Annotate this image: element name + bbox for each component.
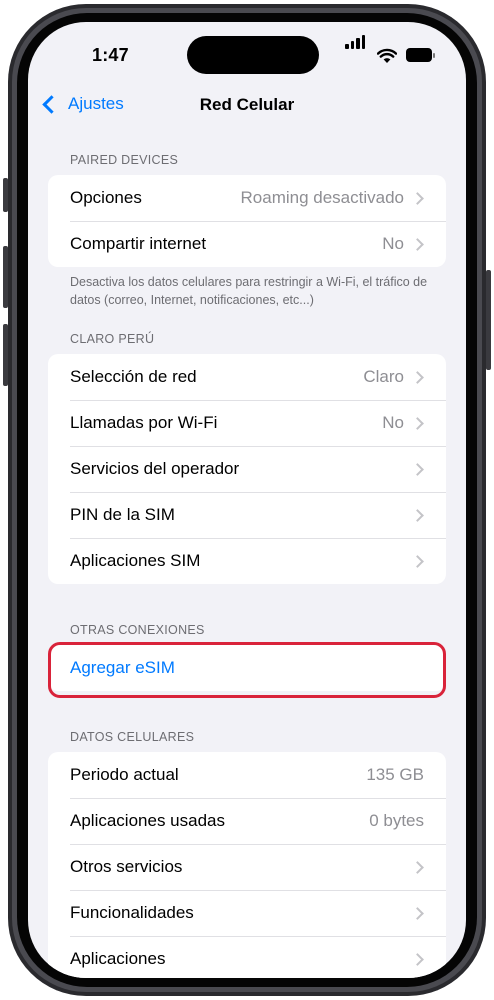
section-header-otras: OTRAS CONEXIONES [70,623,205,637]
volume-down-button [3,324,8,386]
row-value: 0 bytes [369,811,424,830]
screen: 1:47 Ajustes Red Celular PAIRED DEVICES … [28,22,466,978]
row-periodo-actual: Periodo actual 135 GB [48,752,446,798]
row-otros-servicios[interactable]: Otros servicios [48,844,446,890]
row-label: Periodo actual [70,765,179,784]
phone-frame: 1:47 Ajustes Red Celular PAIRED DEVICES … [0,0,494,1000]
row-compartir-internet[interactable]: Compartir internet No [48,221,446,267]
chevron-right-icon [411,463,424,476]
section-footer-paired: Desactiva los datos celulares para restr… [70,275,428,307]
row-value: Roaming desactivado [240,188,404,207]
row-seleccion-de-red[interactable]: Selección de red Claro [48,354,446,400]
row-llamadas-wifi[interactable]: Llamadas por Wi-Fi No [48,400,446,446]
chevron-right-icon [411,371,424,384]
row-funcionalidades[interactable]: Funcionalidades [48,890,446,936]
row-label: Otros servicios [70,857,183,876]
row-label: Aplicaciones SIM [70,551,201,570]
power-button [486,270,491,370]
section-header-datos: DATOS CELULARES [70,730,195,744]
wifi-icon [377,48,397,63]
row-pin-sim[interactable]: PIN de la SIM [48,492,446,538]
row-aplicaciones[interactable]: Aplicaciones [48,936,446,978]
action-button [3,178,8,212]
section-header-paired: PAIRED DEVICES [70,153,179,167]
row-value: No [382,234,404,253]
row-value: 135 GB [366,765,424,784]
chevron-right-icon [411,509,424,522]
row-label: Compartir internet [70,234,207,253]
paired-group: Opciones Roaming desactivado Compartir i… [48,175,446,267]
chevron-right-icon [411,555,424,568]
row-label: Funcionalidades [70,903,194,922]
row-aplicaciones-sim[interactable]: Aplicaciones SIM [48,538,446,584]
chevron-right-icon [411,192,424,205]
claro-group: Selección de red Claro Llamadas por Wi-F… [48,354,446,584]
datos-group: Periodo actual 135 GB Aplicaciones usada… [48,752,446,978]
status-bar: 1:47 [28,22,466,80]
chevron-right-icon [411,238,424,251]
chevron-right-icon [411,953,424,966]
page-title: Red Celular [199,95,295,114]
row-label: Servicios del operador [70,459,240,478]
chevron-right-icon [411,417,424,430]
chevron-right-icon [411,861,424,874]
chevron-right-icon [411,907,424,920]
section-header-claro: CLARO PERÚ [70,332,155,346]
row-label: Aplicaciones [70,949,166,968]
dynamic-island [187,36,319,74]
battery-icon [406,48,432,62]
row-label: PIN de la SIM [70,505,175,524]
row-value: No [382,413,404,432]
row-aplicaciones-usadas: Aplicaciones usadas 0 bytes [48,798,446,844]
row-label: Aplicaciones usadas [70,811,225,830]
row-label: Opciones [70,188,142,207]
navigation-bar: Ajustes Red Celular [28,80,466,130]
row-servicios-operador[interactable]: Servicios del operador [48,446,446,492]
row-opciones[interactable]: Opciones Roaming desactivado [48,175,446,221]
row-label: Llamadas por Wi-Fi [70,413,218,432]
row-label: Selección de red [70,367,197,386]
status-time: 1:47 [92,45,129,65]
row-value: Claro [363,367,404,386]
volume-up-button [3,246,8,308]
highlight-outline [48,642,446,698]
